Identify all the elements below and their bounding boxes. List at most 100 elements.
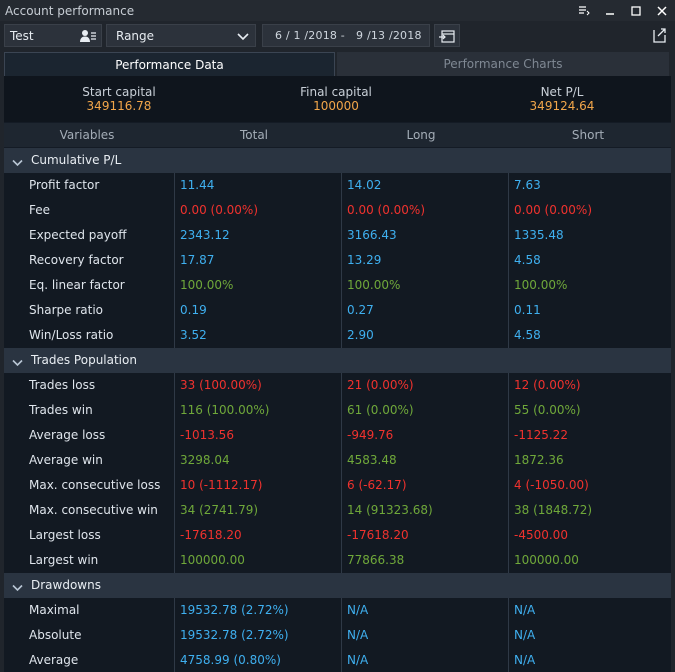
column-header-total[interactable]: Total	[204, 128, 304, 142]
variable-name: Max. consecutive win	[29, 503, 158, 517]
final-capital: Final capital 100000	[246, 85, 426, 113]
long-value: 61 (0.00%)	[347, 403, 414, 417]
variable-name: Profit factor	[29, 178, 100, 192]
menu-icon[interactable]	[571, 0, 597, 21]
long-value: N/A	[347, 603, 369, 617]
variable-name: Average loss	[29, 428, 106, 442]
minimize-icon[interactable]	[597, 0, 623, 21]
column-header-variables[interactable]: Variables	[37, 128, 137, 142]
long-value: 100.00%	[347, 278, 401, 292]
start-capital-value: 349116.78	[86, 99, 152, 113]
total-value: 0.19	[180, 303, 207, 317]
table-row: Largest loss -17618.20 -17618.20 -4500.00	[4, 523, 671, 548]
short-value: 38 (1848.72)	[514, 503, 593, 517]
column-divider	[174, 173, 175, 348]
tab-performance-charts[interactable]: Performance Charts	[337, 52, 669, 76]
long-value: 4583.48	[347, 453, 397, 467]
chevron-down-icon[interactable]	[12, 581, 23, 592]
toolbar: Test Range 6 / 1 /2018 - 9 /13 /2018	[0, 21, 675, 50]
long-value: 6 (-62.17)	[347, 478, 407, 492]
variable-name: Eq. linear factor	[29, 278, 125, 292]
capital-summary: Start capital 349116.78 Final capital 10…	[4, 76, 671, 122]
long-value: 0.27	[347, 303, 374, 317]
variable-name: Maximal	[29, 603, 80, 617]
maximize-icon[interactable]	[623, 0, 649, 21]
total-value: 4758.99 (0.80%)	[180, 653, 281, 667]
section-header[interactable]: Drawdowns	[4, 573, 671, 598]
tab-label: Performance Charts	[443, 57, 563, 71]
close-icon[interactable]	[649, 0, 675, 21]
range-mode: Range	[116, 28, 155, 43]
account-icon	[80, 29, 96, 43]
table-row: Expected payoff 2343.12 3166.43 1335.48	[4, 223, 671, 248]
short-value: 1872.36	[514, 453, 564, 467]
table-row: Max. consecutive loss 10 (-1112.17) 6 (-62…	[4, 473, 671, 498]
title-bar: Account performance	[0, 0, 675, 21]
long-value: 14.02	[347, 178, 382, 192]
total-value: 2343.12	[180, 228, 230, 242]
variable-name: Average	[29, 653, 79, 667]
tab-label: Performance Data	[115, 57, 224, 72]
table-row: Trades win 116 (100.00%) 61 (0.00%) 55 (0.0…	[4, 398, 671, 423]
short-value: 100000.00	[514, 553, 579, 567]
short-value: 0.00 (0.00%)	[514, 203, 593, 217]
total-value: 100000.00	[180, 553, 245, 567]
right-border	[671, 76, 675, 672]
total-value: 3.52	[180, 328, 207, 342]
calendar-apply-icon	[439, 29, 455, 43]
range-select[interactable]: Range	[106, 24, 256, 47]
account-name: Test	[10, 28, 34, 43]
long-value: 77866.38	[347, 553, 405, 567]
window-controls	[571, 0, 675, 21]
variable-name: Largest win	[29, 553, 99, 567]
total-value: 19532.78 (2.72%)	[180, 603, 289, 617]
long-value: 2.90	[347, 328, 374, 342]
column-divider	[174, 598, 175, 672]
column-divider	[174, 373, 175, 573]
long-value: N/A	[347, 653, 369, 667]
total-value: 0.00 (0.00%)	[180, 203, 259, 217]
date-range-text: 6 / 1 /2018 - 9 /13 /2018	[275, 29, 422, 42]
short-value: 1335.48	[514, 228, 564, 242]
long-value: 3166.43	[347, 228, 397, 242]
column-divider	[508, 373, 509, 573]
short-value: 7.63	[514, 178, 541, 192]
short-value: -4500.00	[514, 528, 568, 542]
short-value: 55 (0.00%)	[514, 403, 581, 417]
account-select[interactable]: Test	[4, 24, 102, 47]
window-title: Account performance	[5, 3, 135, 18]
calendar-button[interactable]	[434, 24, 460, 47]
chevron-down-icon[interactable]	[12, 156, 23, 167]
short-value: 4 (-1050.00)	[514, 478, 589, 492]
column-divider	[341, 373, 342, 573]
total-value: 3298.04	[180, 453, 230, 467]
date-range-input[interactable]: 6 / 1 /2018 - 9 /13 /2018	[262, 24, 430, 47]
table-row: Average 4758.99 (0.80%) N/A N/A	[4, 648, 671, 672]
chevron-down-icon	[237, 30, 249, 42]
total-value: 116 (100.00%)	[180, 403, 270, 417]
total-value: 17.87	[180, 253, 215, 267]
section-label: Trades Population	[31, 353, 137, 367]
table-row: Max. consecutive win 34 (2741.79) 14 (9132…	[4, 498, 671, 523]
section-header[interactable]: Trades Population	[4, 348, 671, 373]
tab-performance-data[interactable]: Performance Data	[4, 52, 335, 76]
export-button[interactable]	[651, 26, 669, 44]
chevron-down-icon[interactable]	[12, 356, 23, 367]
total-value: 100.00%	[180, 278, 234, 292]
variable-name: Absolute	[29, 628, 82, 642]
table-header: Variables Total Long Short	[4, 123, 671, 147]
long-value: 21 (0.00%)	[347, 378, 414, 392]
variable-name: Trades win	[29, 403, 93, 417]
column-divider	[508, 598, 509, 672]
short-value: 4.58	[514, 328, 541, 342]
table-row: Eq. linear factor 100.00% 100.00% 100.00%	[4, 273, 671, 298]
net-pl-label: Net P/L	[540, 85, 584, 99]
column-header-long[interactable]: Long	[371, 128, 471, 142]
start-capital-label: Start capital	[82, 85, 156, 99]
table-row: Sharpe ratio 0.19 0.27 0.11	[4, 298, 671, 323]
column-header-short[interactable]: Short	[538, 128, 638, 142]
short-value: 100.00%	[514, 278, 568, 292]
column-divider	[341, 598, 342, 672]
total-value: -17618.20	[180, 528, 242, 542]
section-header[interactable]: Cumulative P/L	[4, 148, 671, 173]
